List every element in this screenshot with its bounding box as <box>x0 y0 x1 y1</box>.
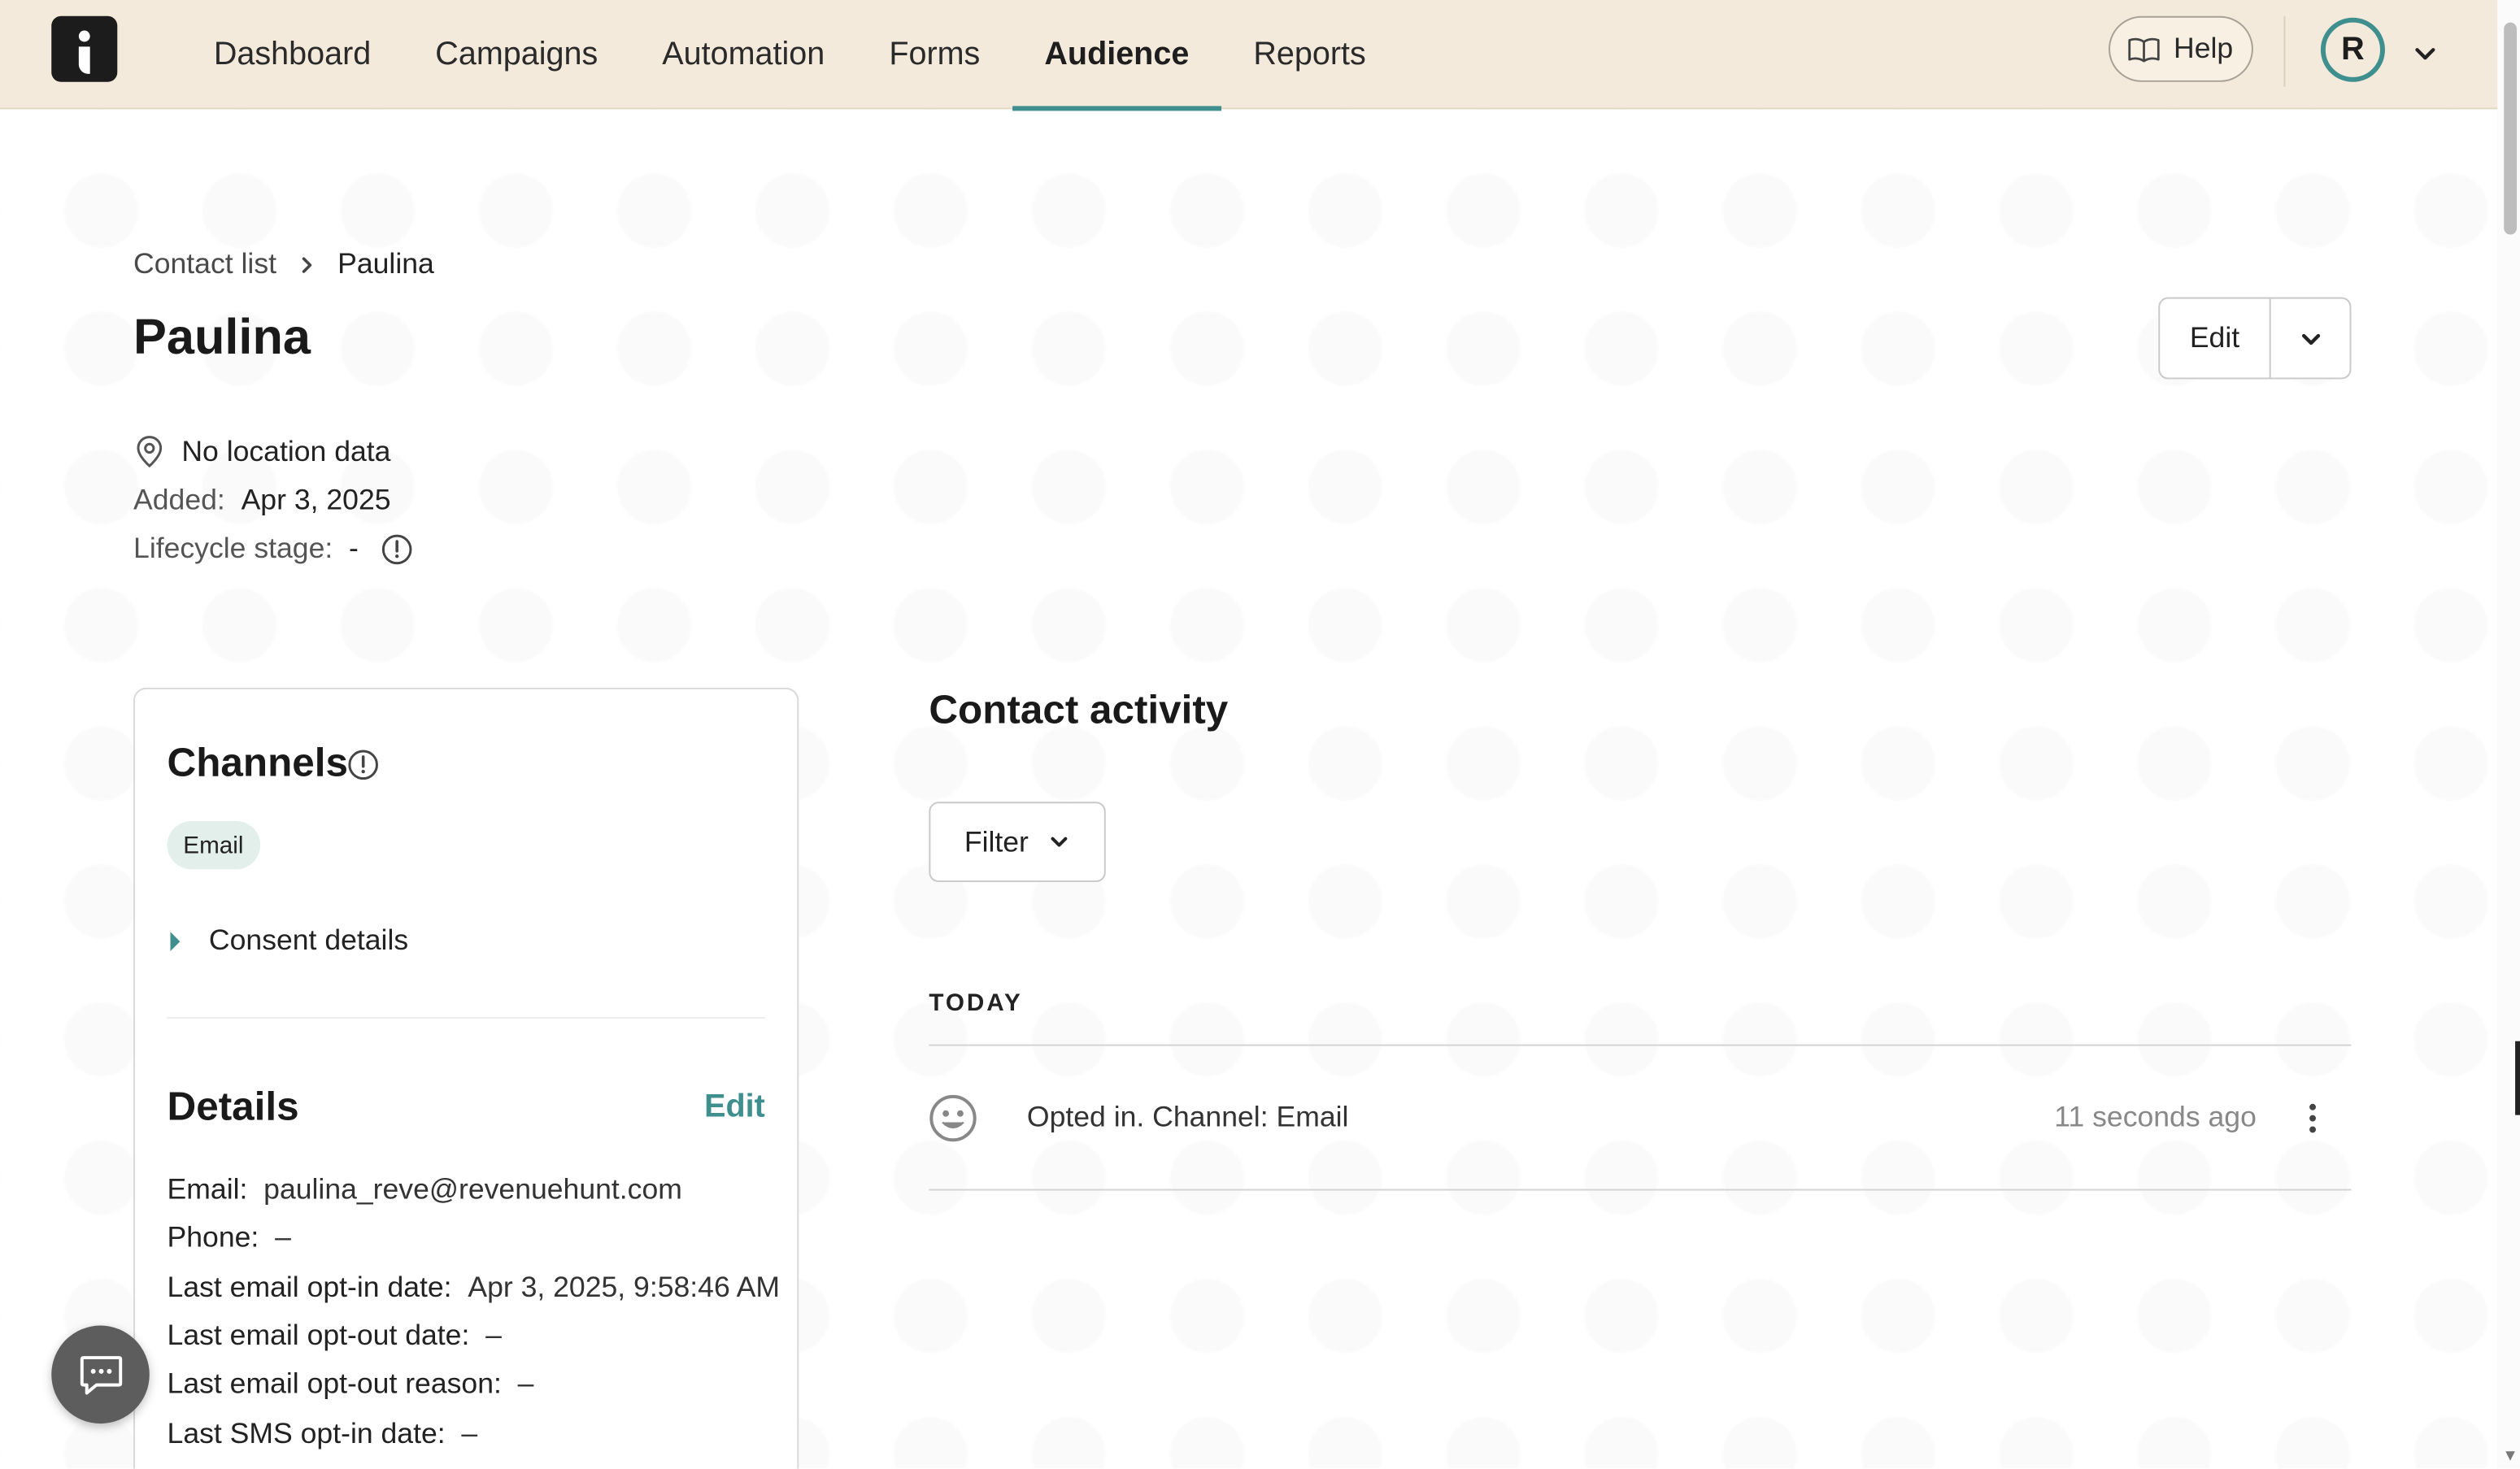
chat-icon <box>79 1355 122 1394</box>
detail-label: Last email opt-out date: <box>167 1319 470 1352</box>
detail-label: Email: <box>167 1172 248 1206</box>
page-scrollbar[interactable]: ▼ <box>2497 0 2520 1469</box>
help-label: Help <box>2174 32 2234 65</box>
nav-dashboard[interactable]: Dashboard <box>181 0 403 109</box>
channels-heading: Channels <box>168 741 348 787</box>
channel-chip-email: Email <box>167 820 260 870</box>
edge-marker <box>2515 1041 2520 1115</box>
details-heading: Details <box>167 1084 299 1130</box>
lifecycle-row: Lifecycle stage: - <box>133 532 413 566</box>
contact-info-card: Channels Email Consent details Details E… <box>133 687 799 1469</box>
added-row: Added: Apr 3, 2025 <box>133 484 391 518</box>
activity-group-label: TODAY <box>929 989 1023 1018</box>
detail-value: Apr 3, 2025, 9:58:46 AM <box>468 1271 781 1303</box>
added-value: Apr 3, 2025 <box>241 483 391 516</box>
user-avatar[interactable]: R <box>2320 17 2385 82</box>
nav-forms[interactable]: Forms <box>857 0 1012 109</box>
activity-item-text: Opted in. Channel: Email <box>1026 1100 1349 1133</box>
detail-row-email-optin: Last email opt-in date: Apr 3, 2025, 9:5… <box>168 1271 781 1305</box>
breadcrumb-current: Paulina <box>337 247 434 280</box>
divider <box>167 1017 765 1019</box>
more-options-icon[interactable] <box>2298 1099 2327 1137</box>
chevron-right-icon <box>302 256 312 272</box>
main-nav: Dashboard Campaigns Automation Forms Aud… <box>181 0 1398 111</box>
caret-right-icon <box>170 931 181 951</box>
chevron-down-icon[interactable] <box>2411 38 2440 67</box>
chat-button[interactable] <box>51 1325 150 1424</box>
location-row: No location data <box>133 434 390 469</box>
channels-title: Channels <box>167 741 348 786</box>
detail-row-phone: Phone: – <box>168 1221 291 1255</box>
edit-split-button: Edit <box>2158 297 2352 380</box>
consent-details-toggle[interactable]: Consent details <box>168 924 409 958</box>
detail-row-sms-optin: Last SMS opt-in date: – <box>168 1417 478 1451</box>
smiley-icon <box>929 1094 977 1142</box>
location-pin-icon <box>137 436 163 468</box>
location-value: No location data <box>181 434 391 467</box>
lifecycle-label: Lifecycle stage: <box>133 532 333 564</box>
details-edit-link[interactable]: Edit <box>704 1089 765 1126</box>
activity-item-time: 11 seconds ago <box>2054 1100 2257 1133</box>
detail-label: Last email opt-in date: <box>167 1271 452 1303</box>
page-title: Paulina <box>133 308 311 365</box>
detail-value: paulina_reve@revenuehunt.com <box>263 1172 682 1206</box>
detail-label: Phone: <box>167 1221 259 1254</box>
nav-automation[interactable]: Automation <box>630 0 857 109</box>
consent-details-label: Consent details <box>208 924 409 956</box>
breadcrumb: Contact list Paulina <box>133 247 434 281</box>
filter-button[interactable]: Filter <box>929 802 1106 883</box>
app-logo[interactable] <box>51 15 118 82</box>
edit-button[interactable]: Edit <box>2160 298 2271 378</box>
nav-divider <box>2283 15 2286 87</box>
detail-row-email-optout: Last email opt-out date: – <box>168 1319 502 1354</box>
detail-row-email: Email: paulina_reve@revenuehunt.com <box>168 1173 682 1207</box>
nav-audience[interactable]: Audience <box>1012 0 1221 111</box>
added-label: Added: <box>133 483 225 516</box>
nav-reports[interactable]: Reports <box>1221 0 1398 109</box>
detail-label: Last SMS opt-in date: <box>167 1417 446 1449</box>
detail-row-email-optout-reason: Last email opt-out reason: – <box>168 1367 534 1402</box>
top-navigation: Dashboard Campaigns Automation Forms Aud… <box>0 0 2498 111</box>
detail-label: Last email opt-out reason: <box>167 1367 502 1400</box>
chevron-down-icon <box>2301 332 2320 345</box>
edit-dropdown-toggle[interactable] <box>2271 299 2350 378</box>
lifecycle-value: - <box>349 532 359 564</box>
scrollbar-thumb[interactable] <box>2504 22 2518 235</box>
scroll-down-arrow-icon[interactable]: ▼ <box>2502 1448 2518 1466</box>
book-icon <box>2129 37 2161 62</box>
info-icon[interactable] <box>347 749 380 781</box>
filter-label: Filter <box>964 824 1029 858</box>
nav-campaigns[interactable]: Campaigns <box>403 0 630 109</box>
help-button[interactable]: Help <box>2109 15 2253 82</box>
info-icon[interactable] <box>381 532 414 565</box>
chevron-down-icon <box>1051 837 1068 847</box>
detail-value: – <box>517 1367 534 1400</box>
detail-value: – <box>461 1417 478 1449</box>
breadcrumb-contact-list[interactable]: Contact list <box>133 247 276 281</box>
divider <box>929 1044 2352 1046</box>
divider <box>929 1189 2352 1191</box>
contact-activity-title: Contact activity <box>929 687 1229 733</box>
detail-value: – <box>275 1221 291 1254</box>
detail-value: – <box>485 1319 502 1352</box>
